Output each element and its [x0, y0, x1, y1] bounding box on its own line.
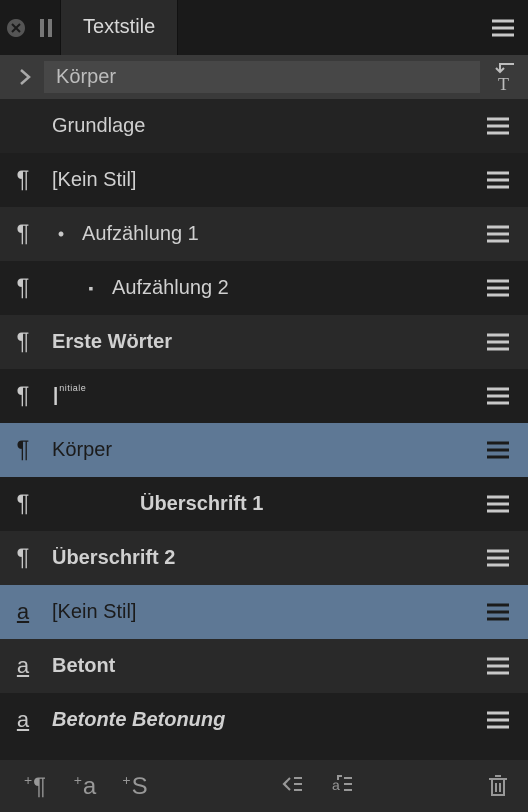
style-options-button[interactable] [478, 603, 518, 621]
apply-style-button[interactable]: T [480, 62, 522, 92]
tab-label: Textstile [83, 16, 155, 39]
style-label: Körper [46, 439, 478, 462]
style-label: Überschrift 2 [46, 547, 478, 570]
style-row[interactable]: ¶Erste Wörter [0, 315, 528, 369]
current-style-row: Körper T [0, 55, 528, 99]
style-options-button[interactable] [478, 117, 518, 135]
close-panel-button[interactable] [0, 0, 32, 55]
hamburger-icon [487, 171, 509, 189]
hamburger-icon [487, 711, 509, 729]
panel-menu-button[interactable] [478, 0, 528, 55]
style-row[interactable]: ¶ Überschrift 1 [0, 477, 528, 531]
style-label: Betont [46, 655, 478, 678]
style-row[interactable]: ¶[Kein Stil] [0, 153, 528, 207]
add-character-style-button[interactable]: +a [60, 772, 110, 801]
style-options-button[interactable] [478, 225, 518, 243]
update-style-icon: a [330, 774, 358, 798]
style-label: Grundlage [46, 115, 478, 138]
style-label: Erste Wörter [46, 331, 478, 354]
style-row[interactable]: a[Kein Stil] [0, 585, 528, 639]
style-row[interactable]: ¶Initiale [0, 369, 528, 423]
style-options-button[interactable] [478, 495, 518, 513]
style-row[interactable]: ¶Überschrift 2 [0, 531, 528, 585]
apply-style-icon: T [486, 62, 516, 92]
paragraph-style-icon: ¶ [0, 220, 46, 248]
trash-icon [486, 773, 510, 799]
style-label: Initiale [46, 381, 478, 412]
dock-icon [39, 18, 53, 38]
hamburger-icon [487, 225, 509, 243]
style-label: [Kein Stil] [46, 601, 478, 624]
paragraph-style-icon: ¶ [0, 544, 46, 572]
style-row[interactable]: ¶•Aufzählung 1 [0, 207, 528, 261]
hamburger-icon [487, 495, 509, 513]
hamburger-icon [487, 333, 509, 351]
paragraph-style-icon: ¶ [0, 490, 46, 518]
style-row[interactable]: aBetont [0, 639, 528, 693]
paragraph-style-icon: ¶ [0, 166, 46, 194]
hamburger-icon [487, 549, 509, 567]
tab-textstyles[interactable]: Textstile [60, 0, 178, 55]
update-style-button[interactable]: a [319, 774, 369, 798]
hamburger-icon [487, 387, 509, 405]
style-row[interactable]: ¶Körper [0, 423, 528, 477]
hamburger-icon [487, 441, 509, 459]
add-paragraph-style-button[interactable]: +¶ [10, 772, 60, 801]
style-label: Überschrift 1 [134, 493, 478, 516]
current-style-field[interactable]: Körper [44, 61, 480, 93]
style-label: Betonte Betonung [46, 709, 478, 732]
dock-toggle-button[interactable] [32, 0, 60, 55]
hamburger-icon [487, 603, 509, 621]
style-options-button[interactable] [478, 279, 518, 297]
close-icon [6, 18, 26, 38]
style-options-button[interactable] [478, 387, 518, 405]
style-options-button[interactable] [478, 657, 518, 675]
style-row[interactable]: aBetonte Betonung [0, 693, 528, 747]
style-label: [Kein Stil] [46, 169, 478, 192]
style-row[interactable]: ¶ ▪Aufzählung 2 [0, 261, 528, 315]
nested-style-icon [280, 774, 308, 798]
style-options-button[interactable] [478, 711, 518, 729]
panel-tabbar: Textstile [0, 0, 528, 55]
hamburger-icon [487, 657, 509, 675]
style-options-button[interactable] [478, 333, 518, 351]
paragraph-style-icon: ¶ [0, 436, 46, 464]
style-options-button[interactable] [478, 171, 518, 189]
bullet-level2-icon: ▪ [76, 280, 106, 296]
hamburger-icon [492, 19, 514, 37]
paragraph-style-icon: ¶ [0, 274, 46, 302]
expand-button[interactable] [6, 68, 44, 86]
character-style-icon: a [0, 707, 46, 733]
create-nested-style-button[interactable] [269, 774, 319, 798]
paragraph-style-icon: ¶ [0, 382, 46, 410]
bullet-level1-icon: • [46, 224, 76, 245]
hamburger-icon [487, 117, 509, 135]
paragraph-style-icon: ¶ [0, 328, 46, 356]
svg-text:T: T [498, 74, 509, 92]
current-style-label: Körper [56, 66, 116, 89]
style-label: Aufzählung 2 [106, 277, 478, 300]
chevron-right-icon [19, 68, 31, 86]
panel-footer: +¶ +a +S a [0, 760, 528, 812]
style-options-button[interactable] [478, 549, 518, 567]
character-style-icon: a [0, 653, 46, 679]
styles-list: Grundlage¶[Kein Stil]¶•Aufzählung 1¶▪Auf… [0, 99, 528, 760]
style-options-button[interactable] [478, 441, 518, 459]
character-style-icon: a [0, 599, 46, 625]
hamburger-icon [487, 279, 509, 297]
style-label: Aufzählung 1 [76, 223, 478, 246]
add-group-button[interactable]: +S [110, 772, 160, 801]
delete-style-button[interactable] [478, 773, 518, 799]
style-row[interactable]: Grundlage [0, 99, 528, 153]
